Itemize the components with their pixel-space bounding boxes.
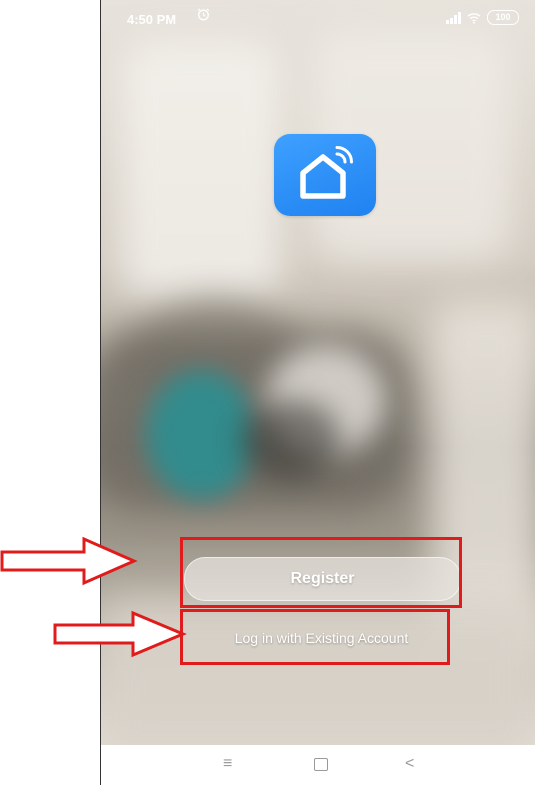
status-time: 4:50 PM <box>127 12 177 27</box>
battery-icon: 100 <box>487 10 519 25</box>
arrow-pointing-right-icon <box>53 610 187 658</box>
wifi-icon <box>467 12 481 24</box>
status-bar: 4:50 PM 100 <box>101 0 535 40</box>
login-highlight-box <box>180 609 450 665</box>
background-blur <box>146 370 256 500</box>
home-square-icon[interactable] <box>314 755 328 776</box>
register-highlight-box <box>180 537 462 608</box>
background-blur <box>121 40 281 300</box>
signal-bars-icon <box>446 11 461 24</box>
alarm-clock-icon-svg <box>197 8 210 21</box>
alarm-clock-icon <box>197 8 210 25</box>
arrow-pointing-right-icon <box>0 536 138 586</box>
status-icons: 100 <box>446 10 519 25</box>
menu-icon[interactable]: ≡ <box>223 755 232 773</box>
app-logo <box>274 134 376 216</box>
smart-home-icon <box>300 146 353 199</box>
navigation-bar: ≡ < <box>101 745 535 785</box>
background-blur <box>241 400 341 480</box>
back-chevron-icon[interactable]: < <box>405 755 414 773</box>
screenshot-root: 4:50 PM 100 Register Log in with Existin… <box>0 0 539 785</box>
